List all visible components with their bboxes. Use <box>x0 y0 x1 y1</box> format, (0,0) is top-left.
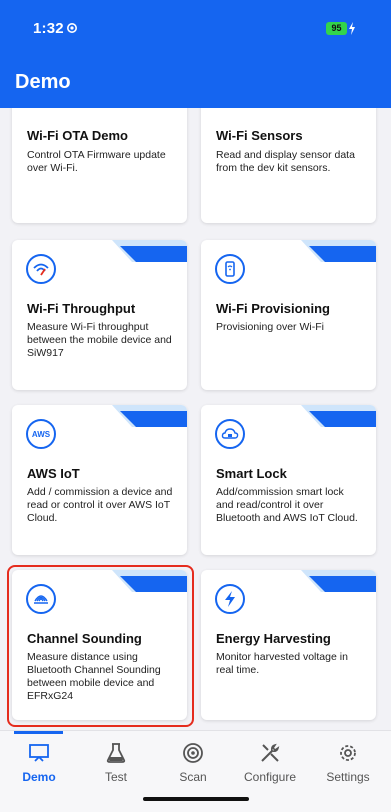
card-description: Measure distance using Bluetooth Channel… <box>27 651 161 702</box>
tab-label: Scan <box>179 770 207 784</box>
card-description: Monitor harvested voltage in real time. <box>216 651 348 676</box>
tab-label: Configure <box>243 770 297 784</box>
card-description: Add/commission smart lock and read/contr… <box>216 486 358 524</box>
card-wifi-throughput[interactable]: Wi-Fi Throughput Measure Wi-Fi throughpu… <box>12 240 187 390</box>
banner-decoration <box>112 570 187 592</box>
card-description: Provisioning over Wi-Fi <box>216 321 324 333</box>
battery-indicator: 95 <box>326 22 347 35</box>
settings-status-icon <box>67 23 77 33</box>
status-bar: 1:32 95 <box>0 0 391 58</box>
card-title: Wi-Fi Provisioning <box>216 301 330 316</box>
channel-sounding-icon <box>26 584 56 614</box>
card-description: Read and display sensor data from the de… <box>216 149 355 174</box>
banner-decoration <box>112 405 187 427</box>
card-title: Wi-Fi Sensors <box>216 128 303 143</box>
page-title: Demo <box>15 71 71 93</box>
tab-label: Demo <box>22 770 56 784</box>
aws-icon: AWS <box>26 419 56 449</box>
card-description: Measure Wi-Fi throughput between the mob… <box>27 321 172 359</box>
cloud-lock-icon <box>215 419 245 449</box>
home-indicator[interactable] <box>143 797 249 801</box>
charging-icon <box>349 22 355 35</box>
tab-label: Test <box>104 770 127 784</box>
card-title: AWS IoT <box>27 466 80 481</box>
card-wifi-sensors[interactable]: Wi-Fi Sensors Read and display sensor da… <box>201 108 376 223</box>
tab-scan[interactable]: Scan <box>158 741 228 791</box>
aws-icon-label: AWS <box>31 429 51 439</box>
card-title: Wi-Fi OTA Demo <box>27 128 128 143</box>
card-channel-sounding[interactable]: Channel Sounding Measure distance using … <box>12 570 187 720</box>
tab-settings[interactable]: Settings <box>313 741 383 791</box>
card-wifi-provisioning[interactable]: Wi-Fi Provisioning Provisioning over Wi-… <box>201 240 376 390</box>
phone-wifi-icon <box>215 254 245 284</box>
card-description: Control OTA Firmware update over Wi-Fi. <box>27 149 166 174</box>
demo-icon <box>29 744 49 762</box>
tab-label: Settings <box>326 770 370 784</box>
tab-test[interactable]: Test <box>81 741 151 791</box>
banner-decoration <box>301 570 376 592</box>
gear-icon <box>340 745 356 761</box>
card-title: Wi-Fi Throughput <box>27 301 136 316</box>
card-energy-harvesting[interactable]: Energy Harvesting Monitor harvested volt… <box>201 570 376 720</box>
card-title: Energy Harvesting <box>216 631 331 646</box>
demo-grid[interactable]: Wi-Fi OTA Demo Control OTA Firmware upda… <box>0 108 391 730</box>
card-title: Channel Sounding <box>27 631 142 646</box>
active-tab-indicator <box>14 731 63 734</box>
card-smart-lock[interactable]: Smart Lock Add/commission smart lock and… <box>201 405 376 555</box>
scan-icon <box>183 743 203 763</box>
wifi-throughput-icon <box>26 254 56 284</box>
card-wifi-ota-demo[interactable]: Wi-Fi OTA Demo Control OTA Firmware upda… <box>12 108 187 223</box>
banner-decoration <box>301 405 376 427</box>
flask-icon <box>106 743 126 763</box>
card-title: Smart Lock <box>216 466 287 481</box>
card-aws-iot[interactable]: AWS AWS IoT Add / commission a device an… <box>12 405 187 555</box>
tab-demo[interactable]: Demo <box>4 741 74 791</box>
card-description: Add / commission a device and read or co… <box>27 486 173 524</box>
tools-icon <box>261 743 280 762</box>
status-time: 1:32 <box>33 20 64 37</box>
lightning-icon <box>215 584 245 614</box>
tab-configure[interactable]: Configure <box>235 741 305 791</box>
app-header: Demo <box>0 58 391 108</box>
banner-decoration <box>112 240 187 262</box>
banner-decoration <box>301 240 376 262</box>
